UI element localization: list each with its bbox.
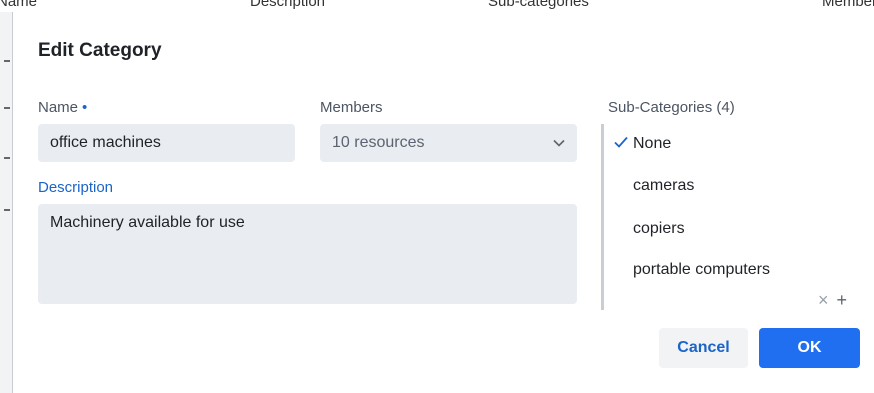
- description-label: Description: [38, 179, 114, 196]
- subcategories-label: Sub-Categories (4): [608, 99, 735, 116]
- bg-header-name: Name: [0, 0, 38, 10]
- members-label: Members: [320, 99, 383, 116]
- name-input-value: office machines: [50, 134, 161, 151]
- description-value: Machinery available for use: [50, 214, 245, 231]
- members-select[interactable]: 10 resources: [320, 124, 577, 162]
- name-label: Name •: [38, 99, 87, 116]
- background-table-header: Name Description Sub-categories Member: [0, 0, 874, 12]
- edit-category-dialog: Edit Category Name • office machines Memb…: [12, 12, 874, 393]
- description-textarea[interactable]: Machinery available for use: [38, 204, 577, 304]
- background-table-edge: [0, 12, 12, 393]
- bg-row-marker: [4, 60, 10, 62]
- name-label-text: Name: [38, 99, 79, 116]
- subcategory-actions: × +: [818, 290, 847, 311]
- subcategory-item-copiers[interactable]: copiers: [633, 220, 685, 238]
- ok-button[interactable]: OK: [759, 328, 860, 368]
- members-select-value: 10 resources: [332, 134, 425, 151]
- bg-header-description: Description: [250, 0, 326, 10]
- bg-header-members: Member: [822, 0, 874, 10]
- subcategory-item-cameras[interactable]: cameras: [633, 177, 694, 195]
- bg-row-marker: [4, 157, 10, 159]
- checkmark-icon: [614, 136, 628, 148]
- clear-icon[interactable]: ×: [818, 290, 829, 311]
- add-icon[interactable]: +: [837, 290, 848, 311]
- required-indicator: •: [82, 99, 88, 116]
- bg-header-subcategories: Sub-categories: [488, 0, 589, 10]
- bg-row-marker: [4, 107, 10, 109]
- bg-row-marker: [4, 209, 10, 211]
- chevron-down-icon: [553, 139, 565, 147]
- subcategory-item-portable-computers[interactable]: portable computers: [633, 261, 770, 279]
- subcategories-divider: [601, 124, 604, 310]
- name-input[interactable]: office machines: [38, 124, 295, 162]
- dialog-title: Edit Category: [38, 40, 162, 61]
- subcategory-item-none[interactable]: None: [633, 135, 671, 153]
- cancel-button[interactable]: Cancel: [659, 328, 748, 368]
